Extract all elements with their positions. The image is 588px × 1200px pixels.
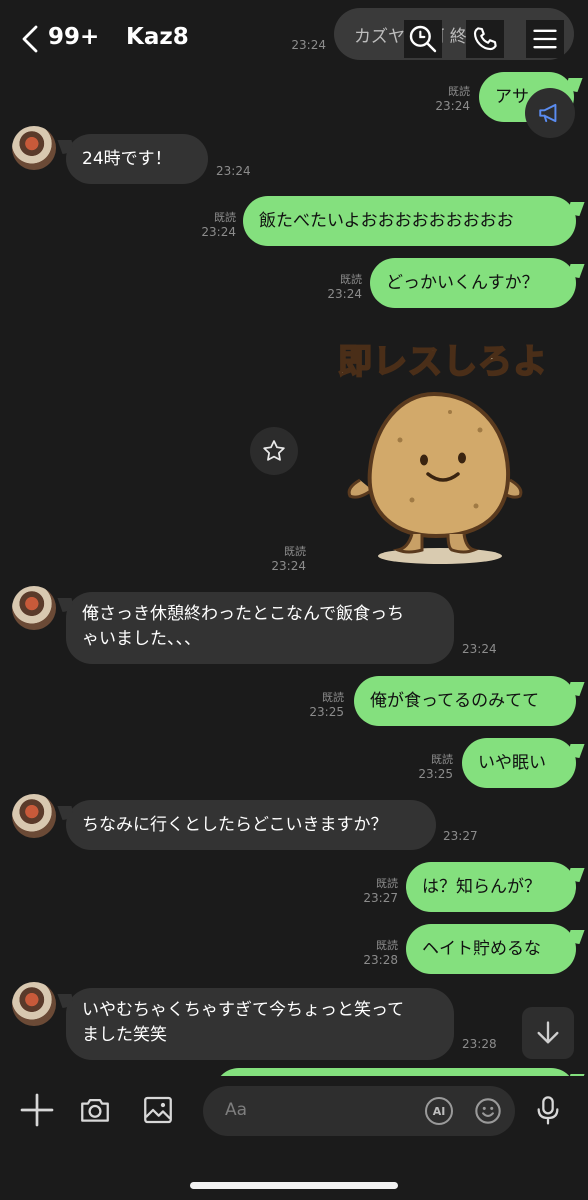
sticker[interactable]: 即レスしろよ	[330, 330, 566, 570]
message-meta: 既読 23:24	[327, 273, 362, 301]
message-meta: 既読 23:25	[418, 753, 453, 781]
menu-icon	[533, 29, 557, 49]
message-text: は？知らんが？	[422, 876, 541, 897]
message-meta: 既読 23:24	[201, 211, 236, 239]
message-text-line: 俺さっき休憩終わったとこなんで飯食っち	[82, 604, 405, 624]
phone-icon	[473, 27, 497, 51]
message-meta: 既読 23:27	[363, 877, 398, 905]
potato-character	[347, 391, 523, 564]
unread-count: 99+	[48, 24, 100, 50]
message-time: 23:27	[443, 829, 478, 843]
message-text: 24時です！	[82, 148, 172, 169]
message-text-line: いやむちゃくちゃすぎて今ちょっと笑って	[82, 1000, 405, 1020]
message-bubble-incoming[interactable]: 俺さっき休憩終わったとこなんで飯食っち ゃいました、、、	[66, 592, 454, 664]
avatar[interactable]	[12, 126, 56, 170]
message-text: ヘイト貯めるな	[422, 938, 541, 959]
message-composer: Aa AI	[0, 1076, 588, 1200]
message-input-placeholder: Aa	[225, 1100, 248, 1120]
message-bubble-incoming[interactable]: いやむちゃくちゃすぎて今ちょっと笑って ました笑笑	[66, 988, 454, 1060]
image-button[interactable]	[136, 1088, 180, 1132]
message-bubble-outgoing[interactable]: 飯たべたいよおおおおおおおおお	[243, 196, 576, 246]
megaphone-icon	[539, 103, 557, 123]
message-input[interactable]: Aa AI	[203, 1086, 515, 1136]
message-time: 23:24	[216, 164, 251, 178]
message-text: アサ	[495, 86, 529, 107]
chat-header: カズヤ 旧河 終わり 23:24 99+ Kaz8	[0, 0, 588, 80]
avatar[interactable]	[12, 586, 56, 630]
message-bubble-incoming[interactable]: 24時です！	[66, 134, 208, 184]
search-button[interactable]	[404, 20, 442, 58]
call-button[interactable]	[466, 20, 504, 58]
message-meta: 既読 23:24	[435, 85, 470, 113]
message-time: 23:28	[462, 1037, 497, 1051]
message-text: ちなみに行くとしたらどこいきますか？	[82, 814, 388, 835]
plus-icon	[20, 1093, 54, 1127]
voice-button[interactable]	[526, 1088, 570, 1132]
chat-title: Kaz8	[126, 24, 189, 50]
camera-button[interactable]	[73, 1088, 117, 1132]
sticker-favorite-button[interactable]	[250, 427, 298, 475]
announcement-button[interactable]	[525, 88, 575, 138]
message-text: 俺が食ってるのみてて	[370, 690, 540, 711]
message-list[interactable]: 既読 23:24 アサ 24時です！ 23:24 既読 23:24 飯たべたいよおお…	[0, 0, 588, 1076]
message-text: どっかいくんすか？	[386, 272, 539, 293]
back-chevron-icon	[22, 25, 38, 53]
message-bubble-incoming[interactable]: ちなみに行くとしたらどこいきますか？	[66, 800, 436, 850]
pinned-message-time: 23:24	[291, 38, 326, 52]
image-icon	[144, 1096, 172, 1124]
camera-icon	[81, 1098, 109, 1122]
message-meta: 既読 23:25	[309, 691, 344, 719]
message-text: いや眠い	[478, 752, 546, 773]
message-bubble-outgoing[interactable]: ヘイト貯めるな	[406, 924, 576, 974]
add-button[interactable]	[15, 1088, 59, 1132]
emoji-icon	[475, 1098, 501, 1124]
ai-icon[interactable]: AI	[425, 1097, 453, 1125]
mic-icon	[537, 1096, 559, 1125]
avatar[interactable]	[12, 982, 56, 1026]
message-meta: 既読 23:24	[271, 545, 306, 573]
message-meta: 既読 23:28	[363, 939, 398, 967]
message-bubble-outgoing[interactable]: 俺が食ってるのみてて	[354, 676, 576, 726]
message-text: 飯たべたいよおおおおおおおおお	[259, 210, 514, 231]
message-time: 23:24	[462, 642, 497, 656]
scroll-to-bottom-button[interactable]	[522, 1007, 574, 1059]
search-icon	[409, 25, 437, 53]
back-button[interactable]	[20, 24, 44, 54]
home-indicator	[190, 1182, 398, 1189]
message-bubble-outgoing[interactable]	[214, 1068, 576, 1076]
message-bubble-outgoing[interactable]: は？知らんが？	[406, 862, 576, 912]
message-text-line: ゃいました、、、	[82, 629, 201, 649]
avatar[interactable]	[12, 794, 56, 838]
message-bubble-outgoing[interactable]: いや眠い	[462, 738, 576, 788]
arrow-down-icon	[537, 1021, 559, 1044]
menu-button[interactable]	[526, 20, 564, 58]
star-icon	[263, 440, 285, 461]
emoji-button[interactable]	[474, 1097, 502, 1125]
message-bubble-outgoing[interactable]: どっかいくんすか？	[370, 258, 576, 308]
message-text-line: ました笑笑	[82, 1025, 167, 1045]
